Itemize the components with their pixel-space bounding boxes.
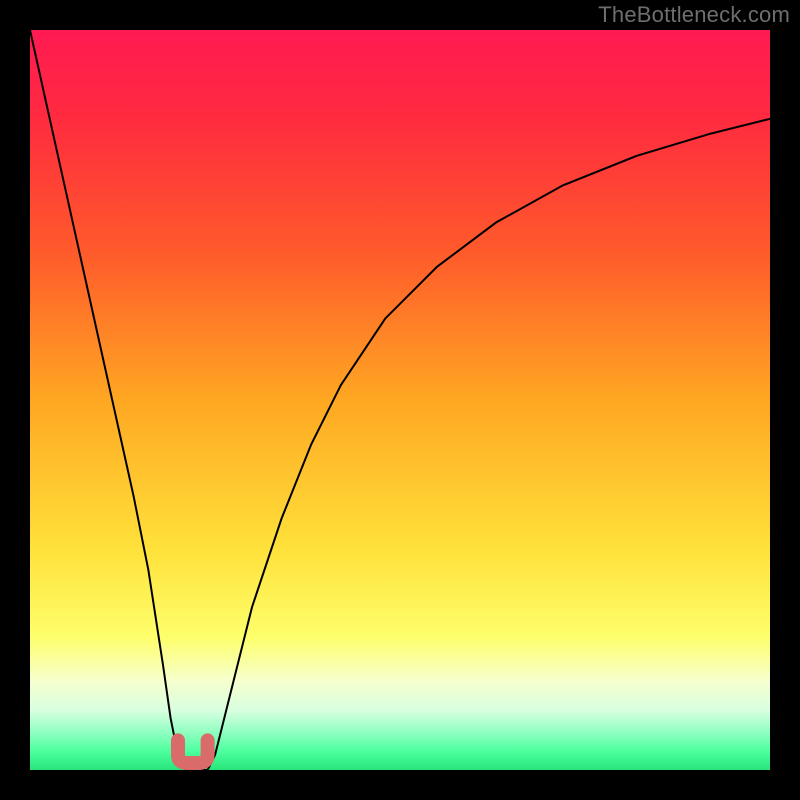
chart-frame: TheBottleneck.com bbox=[0, 0, 800, 800]
optimal-u-marker bbox=[178, 740, 208, 763]
bottleneck-curve bbox=[30, 30, 770, 770]
plot-area bbox=[30, 30, 770, 770]
watermark-text: TheBottleneck.com bbox=[598, 2, 790, 28]
curve-line bbox=[30, 30, 770, 770]
